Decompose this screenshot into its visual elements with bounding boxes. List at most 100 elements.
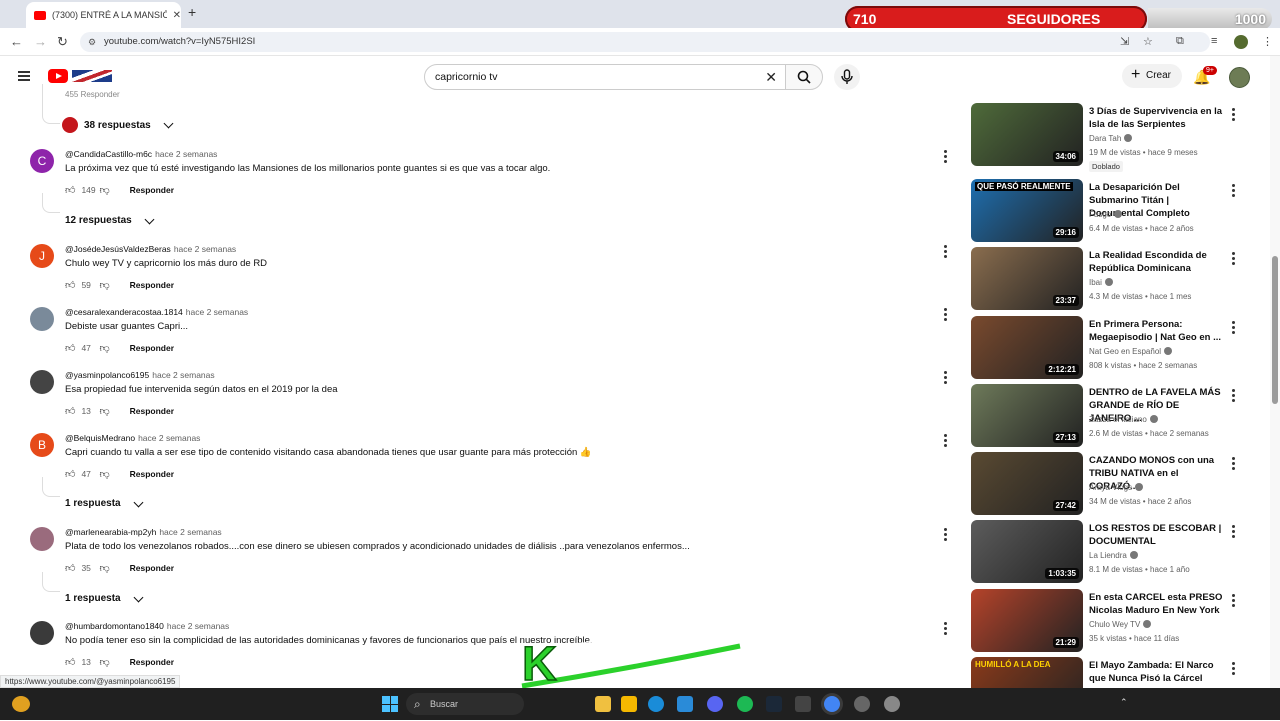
back-arrow-icon[interactable]: ←: [10, 34, 23, 49]
search-button[interactable]: [785, 64, 823, 90]
video-menu-icon[interactable]: [1232, 320, 1236, 336]
replies-toggle[interactable]: 1 respuesta: [65, 497, 144, 509]
dislike-icon[interactable]: 👎︎: [99, 342, 109, 354]
related-video[interactable]: 27:13 DENTRO de LA FAVELA MÁS GRANDE de R…: [970, 384, 1245, 448]
comment-avatar[interactable]: J: [30, 244, 54, 268]
reply-button[interactable]: Responder: [130, 185, 174, 195]
discord-icon[interactable]: [707, 696, 723, 712]
voice-search-button[interactable]: [834, 64, 860, 90]
dislike-icon[interactable]: 👎︎: [99, 656, 109, 668]
dislike-icon[interactable]: 👎︎: [99, 468, 109, 480]
video-thumbnail[interactable]: 21:29: [971, 589, 1083, 652]
channel-name[interactable]: La Liendra: [1089, 551, 1138, 560]
related-video[interactable]: QUE PASÓ REALMENTE 29:16 La Desaparición D…: [970, 179, 1245, 243]
chrome-icon[interactable]: [824, 696, 840, 712]
comment-time[interactable]: hace 2 semanas: [155, 149, 217, 159]
related-video[interactable]: 34:06 3 Días de Supervivencia en la Isla …: [970, 103, 1245, 172]
comment-avatar[interactable]: C: [30, 149, 54, 173]
comment-menu-icon[interactable]: [944, 307, 948, 321]
dislike-icon[interactable]: 👎︎: [99, 562, 109, 574]
folder-icon[interactable]: [621, 696, 637, 712]
site-info-icon[interactable]: ⚙: [88, 32, 96, 52]
media-controls-icon[interactable]: ≡: [1211, 35, 1217, 47]
reload-icon[interactable]: ↻: [57, 34, 68, 50]
reply-button[interactable]: Responder: [130, 469, 174, 479]
dislike-icon[interactable]: 👎︎: [99, 405, 109, 417]
comment-author[interactable]: @cesaralexanderacostaa.1814: [65, 307, 183, 317]
channel-name[interactable]: Zazza el italiano: [1089, 415, 1158, 424]
app-icon[interactable]: [884, 696, 900, 712]
video-menu-icon[interactable]: [1232, 593, 1236, 609]
comment-author[interactable]: @CandidaCastillo-m6c: [65, 149, 152, 159]
store-icon[interactable]: [677, 696, 693, 712]
comment-menu-icon[interactable]: [944, 527, 948, 541]
taskbar-search[interactable]: Buscar: [406, 693, 524, 715]
channel-name[interactable]: Chulo Wey TV: [1089, 620, 1152, 629]
comment-time[interactable]: hace 2 semanas: [174, 244, 236, 254]
like-icon[interactable]: 👍︎: [65, 656, 75, 668]
video-title[interactable]: El Mayo Zambada: El Narco que Nunca Pisó…: [1089, 659, 1224, 685]
video-thumbnail[interactable]: 1:03:35: [971, 520, 1083, 583]
video-title[interactable]: LOS RESTOS DE ESCOBAR | DOCUMENTAL: [1089, 522, 1224, 548]
like-icon[interactable]: 👍︎: [65, 562, 75, 574]
like-icon[interactable]: 👍︎: [65, 342, 75, 354]
comment-menu-icon[interactable]: [944, 370, 948, 384]
video-title[interactable]: En esta CARCEL esta PRESO Nicolas Maduro…: [1089, 591, 1224, 617]
search-input[interactable]: capricornio tv ✕: [424, 64, 786, 90]
channel-name[interactable]: Ibai: [1089, 278, 1113, 287]
video-thumbnail[interactable]: 23:37: [971, 247, 1083, 310]
tab-close-icon[interactable]: ✕: [173, 10, 181, 21]
windows-start-icon[interactable]: [382, 696, 398, 712]
comment-menu-icon[interactable]: [944, 149, 948, 163]
video-menu-icon[interactable]: [1232, 524, 1236, 540]
comment-author[interactable]: @yasminpolanco6195: [65, 370, 149, 380]
reply-button[interactable]: Responder: [130, 280, 174, 290]
reply-button[interactable]: Responder: [130, 563, 174, 573]
obs-icon[interactable]: [795, 696, 811, 712]
like-icon[interactable]: 👍︎: [65, 405, 75, 417]
video-thumbnail[interactable]: 2:12:21: [971, 316, 1083, 379]
video-menu-icon[interactable]: [1232, 456, 1236, 472]
youtube-logo[interactable]: [48, 69, 68, 83]
channel-name[interactable]: Nat Geo en Español: [1089, 347, 1173, 356]
comment-menu-icon[interactable]: [944, 244, 948, 258]
clear-search-icon[interactable]: ✕: [765, 65, 777, 89]
video-thumbnail[interactable]: 27:13: [971, 384, 1083, 447]
channel-name[interactable]: Araya Vlogs: [1089, 483, 1144, 492]
video-menu-icon[interactable]: [1232, 183, 1236, 199]
comment-time[interactable]: hace 2 semanas: [159, 527, 221, 537]
new-tab-button[interactable]: +: [188, 4, 196, 20]
replies-toggle[interactable]: 12 respuestas: [65, 214, 155, 226]
video-menu-icon[interactable]: [1232, 661, 1236, 677]
browser-tab[interactable]: (7300) ENTRÉ A LA MANSIÓN A ✕: [26, 2, 181, 28]
bookmark-star-icon[interactable]: ☆: [1143, 35, 1153, 48]
comment-author[interactable]: @JosédeJesúsValdezBeras: [65, 244, 171, 254]
browser-menu-icon[interactable]: ⋮: [1262, 35, 1273, 48]
reply-button[interactable]: Responder: [130, 343, 174, 353]
related-video[interactable]: 27:42 CAZANDO MONOS con una TRIBU NATIVA …: [970, 452, 1245, 516]
channel-name[interactable]: Fusgo: [1089, 210, 1123, 219]
video-menu-icon[interactable]: [1232, 107, 1236, 123]
channel-name[interactable]: Dara Tah: [1089, 134, 1133, 143]
video-thumbnail[interactable]: 27:42: [971, 452, 1083, 515]
weather-widget-icon[interactable]: [12, 696, 30, 712]
video-title[interactable]: En Primera Persona: Megaepisodio | Nat G…: [1089, 318, 1224, 344]
dislike-icon[interactable]: 👎︎: [99, 279, 109, 291]
dislike-icon[interactable]: 👎︎: [99, 184, 109, 196]
like-icon[interactable]: 👍︎: [65, 184, 75, 196]
comment-avatar[interactable]: [30, 370, 54, 394]
comment-menu-icon[interactable]: [944, 433, 948, 447]
comment-time[interactable]: hace 2 semanas: [186, 307, 248, 317]
comment-time[interactable]: hace 2 semanas: [152, 370, 214, 380]
steam-icon[interactable]: [766, 696, 782, 712]
reply-button[interactable]: Responder: [130, 657, 174, 667]
reply-button[interactable]: Responder: [130, 406, 174, 416]
comment-avatar[interactable]: [30, 621, 54, 645]
extensions-icon[interactable]: ⧉: [1176, 35, 1184, 48]
menu-icon[interactable]: [18, 71, 30, 81]
comment-time[interactable]: hace 2 semanas: [167, 621, 229, 631]
system-tray[interactable]: ⌃: [1120, 697, 1128, 708]
address-bar[interactable]: ⚙ youtube.com/watch?v=IyN575HI2SI: [80, 32, 1210, 52]
comment-avatar[interactable]: B: [30, 433, 54, 457]
related-video[interactable]: 21:29 En esta CARCEL esta PRESO Nicolas M…: [970, 589, 1245, 653]
